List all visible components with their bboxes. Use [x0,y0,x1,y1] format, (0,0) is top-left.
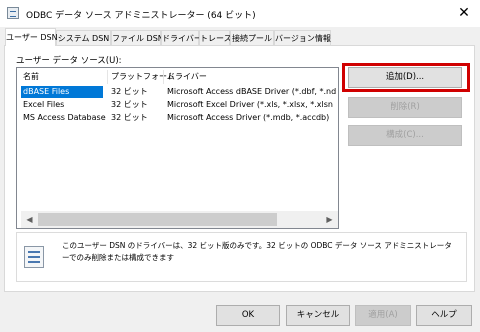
row-platform-dbase[interactable]: 32 ビット [111,86,163,98]
data-source-icon [24,246,44,268]
column-header-driver[interactable]: ドライバー [167,70,207,84]
apply-button[interactable]: 適用(A) [355,305,411,326]
tab-file-dsn[interactable]: ファイル DSN [111,30,164,45]
row-name-ms-access[interactable]: MS Access Database [23,112,109,124]
tab-connection-pool[interactable]: 接続プール [230,30,274,45]
scroll-right-arrow-icon[interactable]: ▶ [321,211,338,228]
row-name-dbase[interactable]: dBASE Files [23,86,103,98]
window-title: ODBC データ ソース アドミニストレーター (64 ビット) [26,11,256,21]
column-separator[interactable] [107,70,108,84]
cancel-button[interactable]: キャンセル [286,305,350,326]
tab-tracing[interactable]: トレース [199,30,232,45]
ok-button[interactable]: OK [216,305,280,326]
row-driver-ms-access[interactable]: Microsoft Access Driver (*.mdb, *.accdb) [167,112,337,124]
tab-about[interactable]: バージョン情報 [274,30,331,45]
add-button-highlight [342,63,470,92]
tab-user-dsn[interactable]: ユーザー DSN [5,28,58,46]
column-separator[interactable] [163,70,164,84]
info-message: このユーザー DSN のドライバーは、32 ビット版のみです。32 ビットの O… [62,241,452,262]
column-header-platform[interactable]: プラットフォーム [111,70,175,84]
row-platform-ms-access[interactable]: 32 ビット [111,112,163,124]
row-driver-dbase[interactable]: Microsoft Access dBASE Driver (*.dbf, *.… [167,86,337,98]
tab-system-dsn[interactable]: システム DSN [56,30,111,45]
close-icon[interactable]: ✕ [452,2,476,24]
scroll-left-arrow-icon[interactable]: ◀ [21,211,38,228]
row-driver-excel[interactable]: Microsoft Excel Driver (*.xls, *.xlsx, *… [167,99,337,111]
remove-button[interactable]: 削除(R) [348,97,462,118]
user-data-sources-label: ユーザー データ ソース(U): [16,56,122,66]
row-name-excel[interactable]: Excel Files [23,99,107,111]
configure-button[interactable]: 構成(C)... [348,125,462,146]
row-platform-excel[interactable]: 32 ビット [111,99,163,111]
scrollbar-thumb[interactable] [38,213,277,226]
column-header-name[interactable]: 名前 [23,70,39,84]
help-button[interactable]: ヘルプ [416,305,472,326]
odbc-app-icon [7,7,19,19]
tab-drivers[interactable]: ドライバー [161,30,202,45]
